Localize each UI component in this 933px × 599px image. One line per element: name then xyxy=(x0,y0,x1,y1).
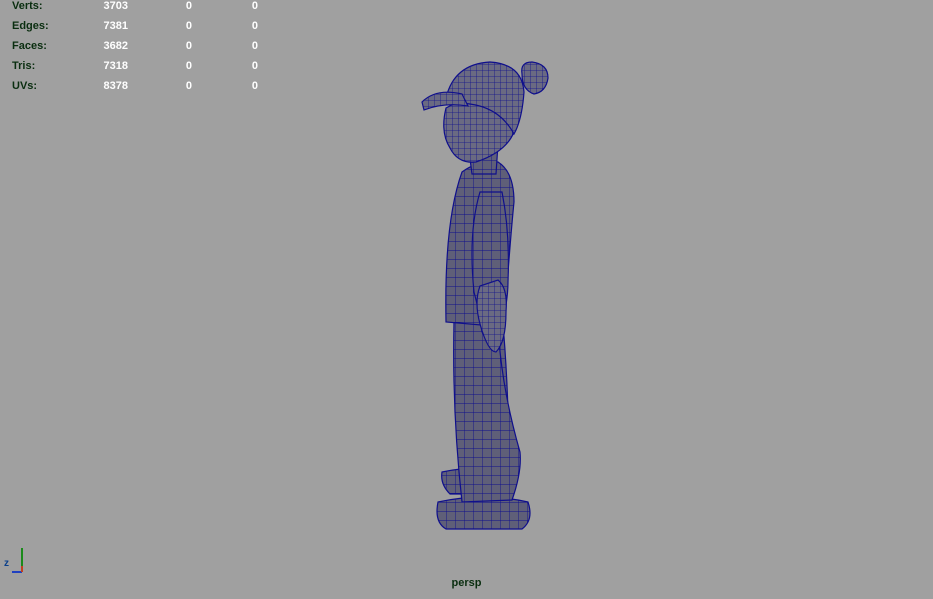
hud-value-selected: 0 xyxy=(185,80,192,92)
hud-value-extra: 0 xyxy=(251,20,258,32)
hud-value-total: 3682 xyxy=(103,40,128,52)
hud-value-selected: 0 xyxy=(185,60,192,72)
hud-value-extra: 0 xyxy=(251,80,258,92)
cap-pompom xyxy=(521,61,549,95)
axis-z-label: z xyxy=(4,558,9,569)
hud-value-extra: 0 xyxy=(251,60,258,72)
hud-value-total: 3703 xyxy=(103,0,128,12)
character-wireframe-model[interactable] xyxy=(410,52,560,542)
hud-value-total: 8378 xyxy=(103,80,128,92)
hud-value-extra: 0 xyxy=(251,0,258,12)
leg-front xyxy=(453,321,521,503)
hud-label: Tris: xyxy=(12,60,36,72)
hud-label: Verts: xyxy=(12,0,43,12)
camera-name-label: persp xyxy=(451,577,482,589)
hud-label: Faces: xyxy=(12,40,47,52)
hud-value-extra: 0 xyxy=(251,40,258,52)
hud-label: Edges: xyxy=(12,20,49,32)
hud-value-total: 7318 xyxy=(103,60,128,72)
hud-value-selected: 0 xyxy=(185,20,192,32)
hud-value-selected: 0 xyxy=(185,40,192,52)
hud-value-selected: 0 xyxy=(185,0,192,12)
hud-value-total: 7381 xyxy=(103,20,128,32)
shoe-front xyxy=(436,496,531,530)
hud-label: UVs: xyxy=(12,80,38,92)
persp-viewport[interactable]: Verts: 3703 0 0 Edges: 7381 0 0 Faces: 3… xyxy=(0,0,933,599)
